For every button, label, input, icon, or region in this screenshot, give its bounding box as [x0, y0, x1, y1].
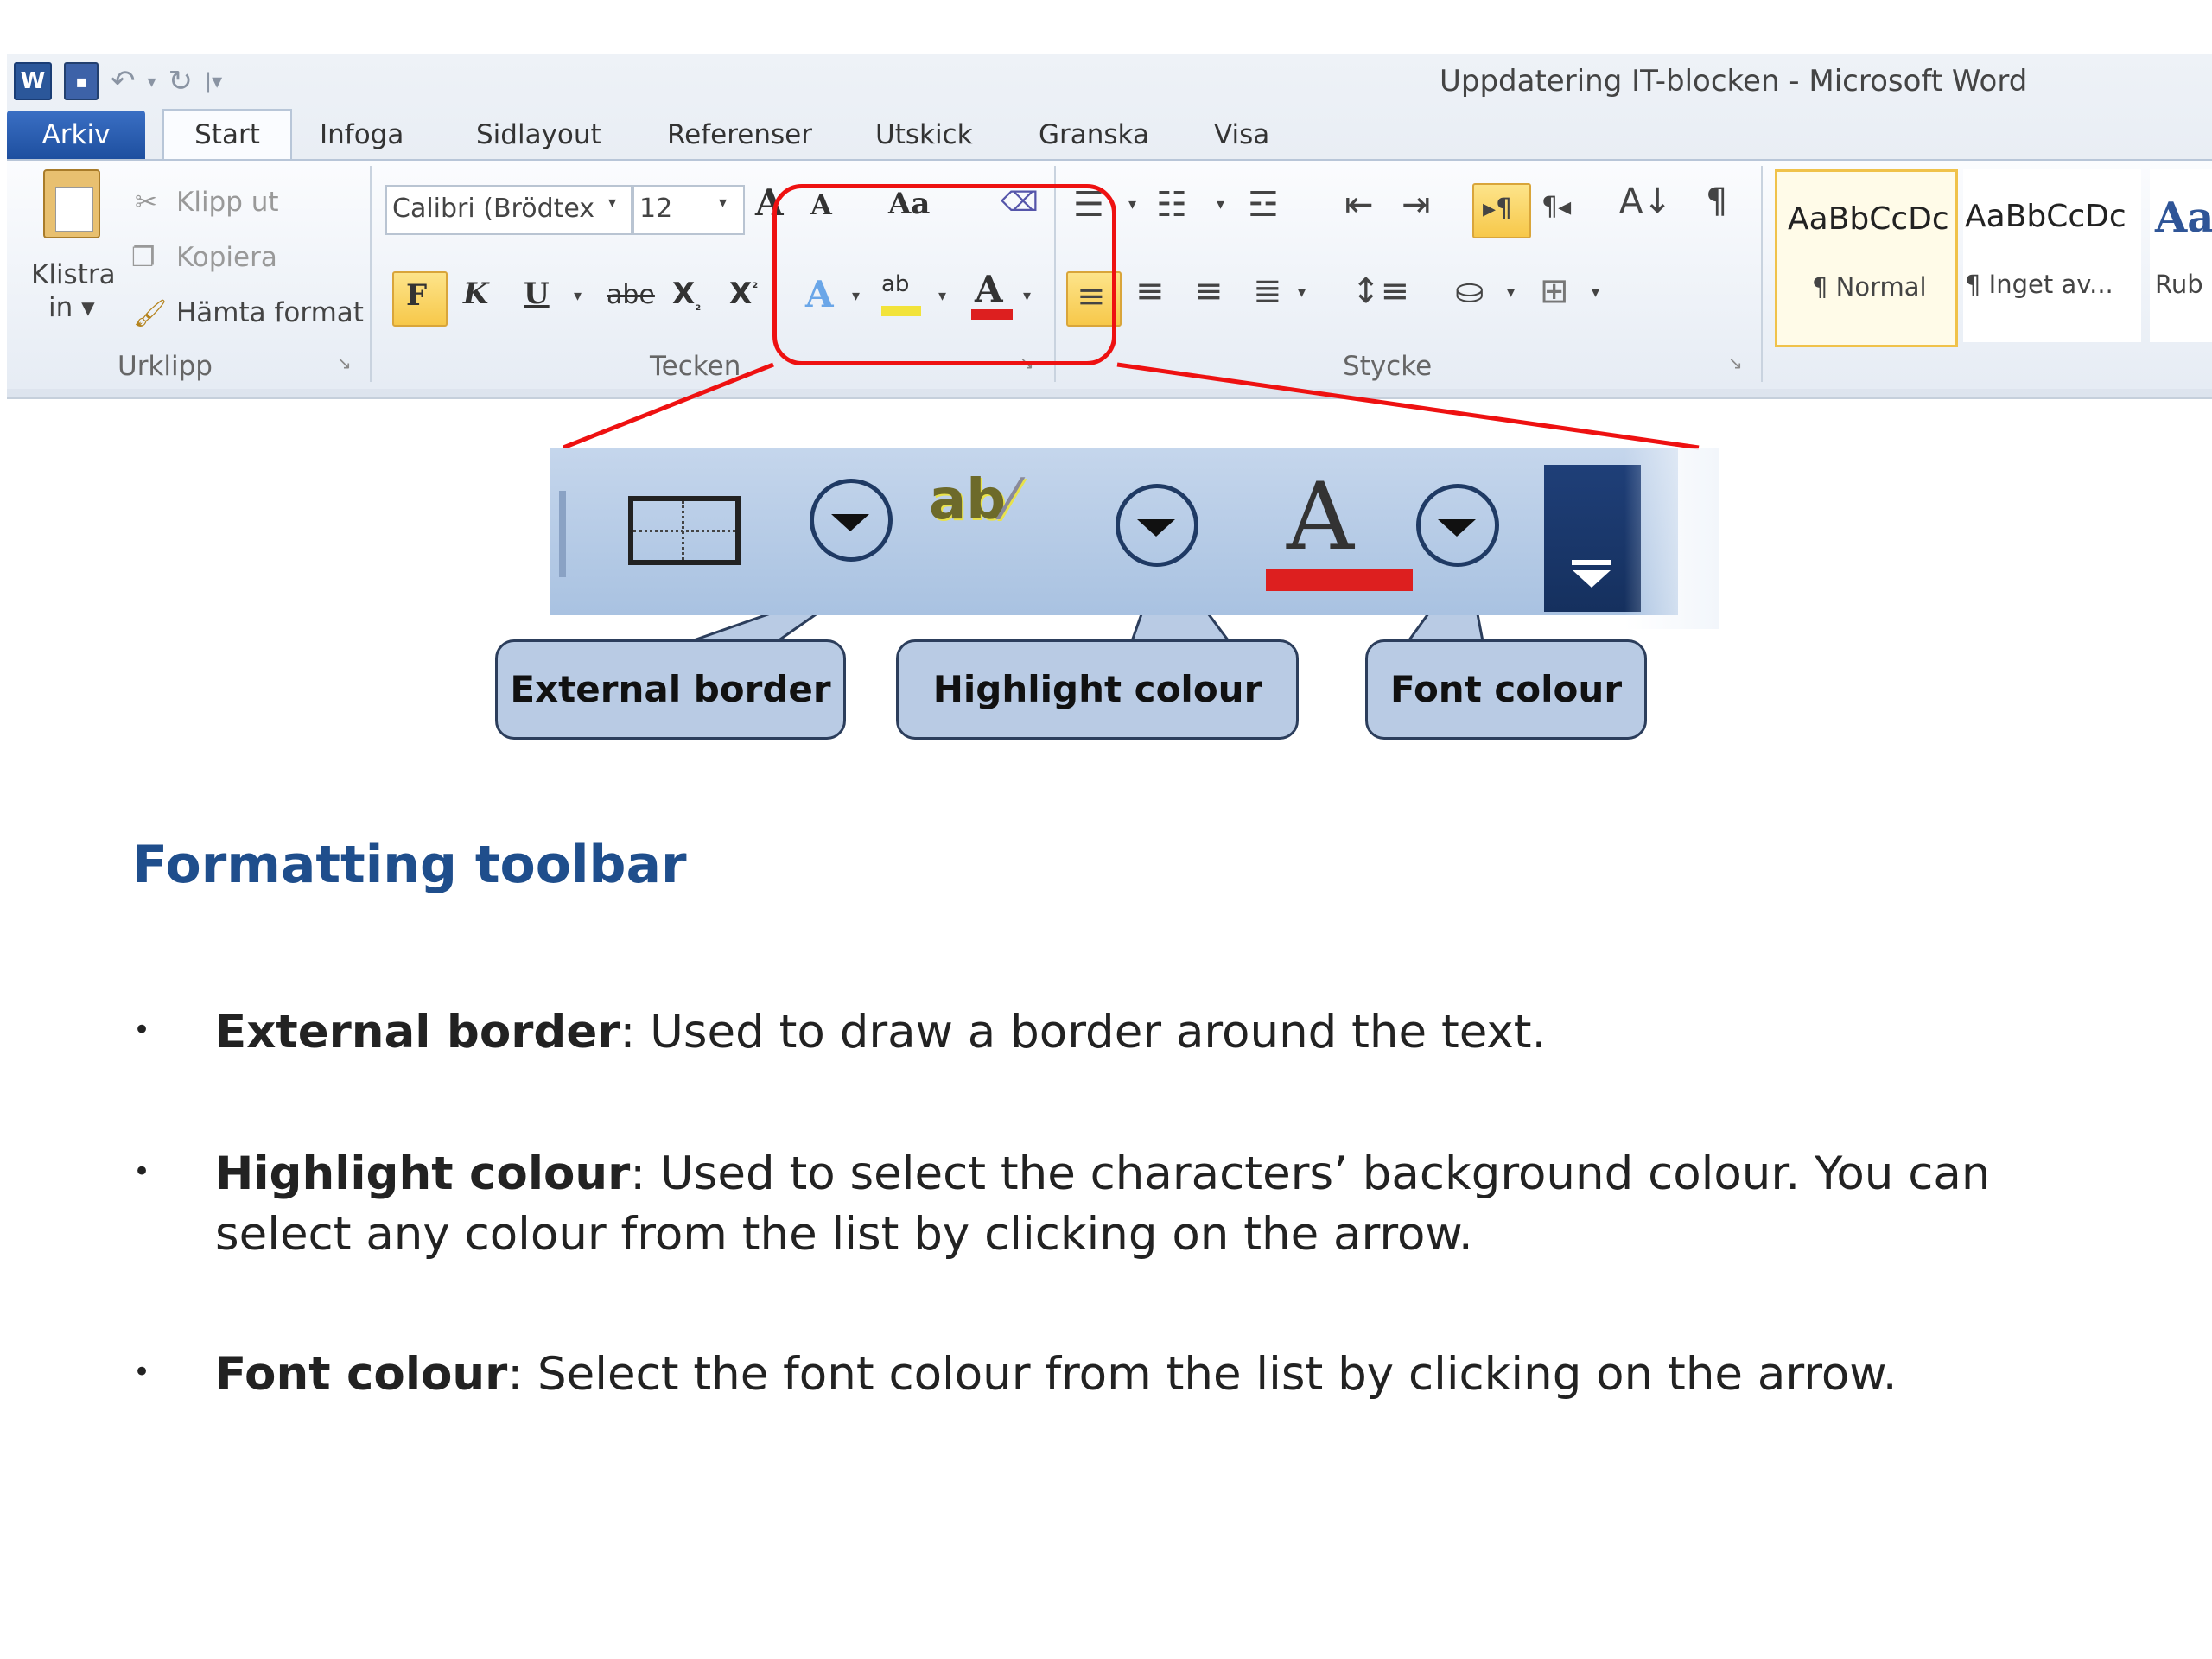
bullet-font-colour: Font colour: Select the font colour from…: [215, 1344, 2030, 1405]
bullet-dot: •: [133, 1355, 151, 1389]
bullet-dot: •: [133, 1013, 151, 1047]
zoom-fade: [1624, 448, 1719, 629]
toolbar-edge: [559, 491, 566, 577]
page-title: Formatting toolbar: [132, 835, 687, 895]
callout-font-colour: Font colour: [1365, 639, 1647, 740]
chevron-down-icon: [1438, 519, 1476, 537]
font-glyph: A: [1287, 463, 1354, 571]
zoomed-toolbar: ab⁄ A: [550, 448, 1678, 615]
callout-lines: [563, 362, 1700, 643]
callout-highlight-colour: Highlight colour: [896, 639, 1299, 740]
bullet-term: Highlight colour: [215, 1147, 631, 1200]
callout-line-left: [563, 362, 774, 450]
chevron-down-icon: [1573, 570, 1611, 588]
border-dropdown-arrow[interactable]: [810, 479, 893, 562]
chevron-down-icon: [1137, 519, 1175, 537]
bullet-highlight-colour: Highlight colour: Used to select the cha…: [215, 1144, 1995, 1265]
bullet-term: Font colour: [215, 1348, 508, 1401]
chevron-down-icon: [831, 514, 869, 531]
highlight-icon-large: ab⁄: [929, 468, 1015, 532]
font-color-dropdown-arrow[interactable]: [1416, 484, 1499, 567]
highlight-glyph: ab: [929, 468, 1006, 532]
bullet-external-border: External border: Used to draw a border a…: [215, 1002, 2030, 1063]
bullet-text: : Select the font colour from the list b…: [507, 1348, 1897, 1401]
bullet-dot: •: [133, 1154, 151, 1189]
callout-line-right: [1116, 362, 1700, 450]
callout-external-border: External border: [495, 639, 846, 740]
bullet-text: : Used to draw a border around the text.: [620, 1006, 1547, 1058]
font-color-bar: [1266, 569, 1413, 591]
external-border-icon: [628, 496, 741, 565]
font-color-icon-large: A: [1261, 463, 1416, 601]
highlight-dropdown-arrow[interactable]: [1116, 484, 1198, 567]
bullet-term: External border: [215, 1006, 620, 1058]
